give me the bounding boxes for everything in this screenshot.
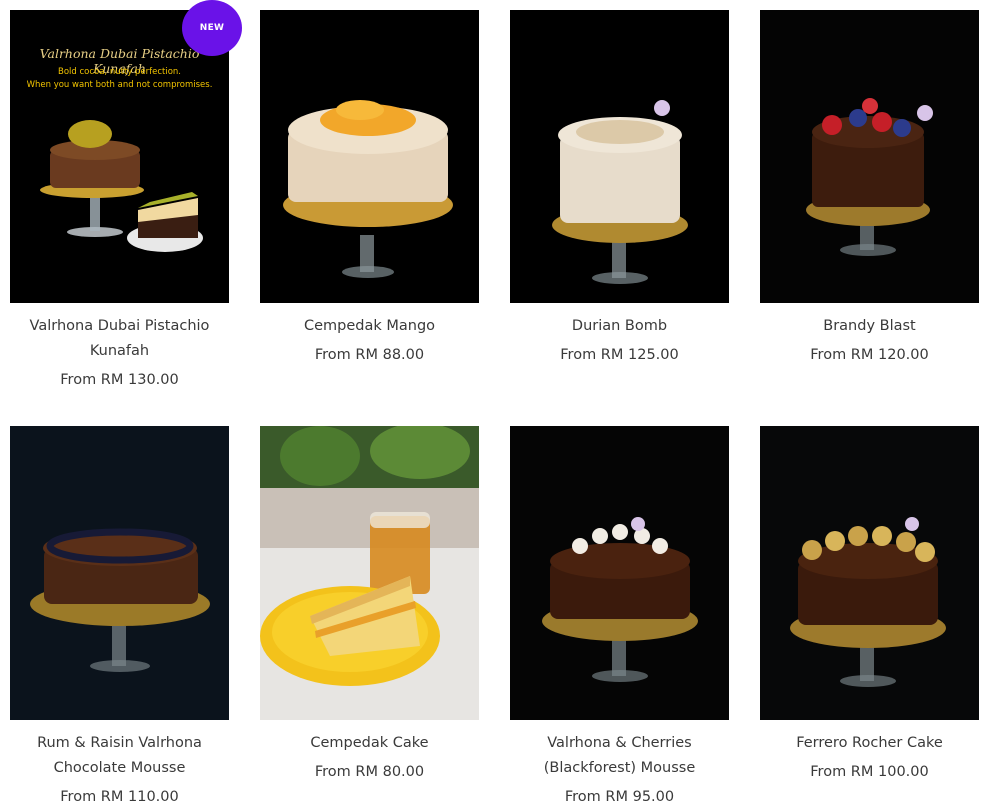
cake-photo-cempedak-cake xyxy=(260,426,479,720)
new-badge: NEW xyxy=(182,0,242,56)
cake-photo-brandy-blast xyxy=(760,10,979,303)
product-image[interactable] xyxy=(760,426,979,720)
product-card[interactable]: Ferrero Rocher Cake From RM 100.00 xyxy=(760,426,979,785)
product-image[interactable] xyxy=(760,10,979,303)
product-title[interactable]: Cempedak Cake xyxy=(260,731,479,756)
product-grid: Valrhona Dubai Pistachio Kunafah Bold co… xyxy=(0,0,992,812)
product-image[interactable] xyxy=(260,426,479,720)
product-price: From RM 130.00 xyxy=(60,372,179,388)
cake-photo-ferrero-rocher xyxy=(760,426,979,720)
product-card[interactable]: Rum & Raisin Valrhona Chocolate Mousse F… xyxy=(10,426,229,810)
product-image[interactable] xyxy=(10,426,229,720)
product-image[interactable]: Valrhona Dubai Pistachio Kunafah Bold co… xyxy=(10,10,229,303)
product-title[interactable]: Brandy Blast xyxy=(760,314,979,339)
product-card[interactable]: Valrhona & Cherries (Blackforest) Mousse… xyxy=(510,426,729,810)
product-card[interactable]: Valrhona Dubai Pistachio Kunafah Bold co… xyxy=(10,10,229,393)
cake-photo-blackforest xyxy=(510,426,729,720)
product-title[interactable]: Rum & Raisin Valrhona Chocolate Mousse xyxy=(10,731,229,781)
cake-photo-rum-raisin xyxy=(10,426,229,720)
product-price: From RM 120.00 xyxy=(810,347,929,363)
product-card[interactable]: Brandy Blast From RM 120.00 xyxy=(760,10,979,368)
product-price: From RM 100.00 xyxy=(810,764,929,780)
poster-subtitle-line: Bold cocoa, nutty perfection. xyxy=(57,67,182,77)
product-card[interactable]: Durian Bomb From RM 125.00 xyxy=(510,10,729,368)
product-title[interactable]: Ferrero Rocher Cake xyxy=(760,731,979,756)
product-price: From RM 88.00 xyxy=(314,347,425,363)
product-title[interactable]: Valrhona Dubai Pistachio Kunafah xyxy=(10,314,229,364)
product-price: From RM 95.00 xyxy=(564,789,675,805)
cake-photo-durian-bomb xyxy=(510,10,729,303)
product-image[interactable] xyxy=(510,426,729,720)
poster-subtitle-line: When you want both and not compromises. xyxy=(26,80,213,90)
cake-photo-cempedak-mango xyxy=(260,10,479,303)
product-price: From RM 80.00 xyxy=(314,764,425,780)
product-card[interactable]: Cempedak Mango From RM 88.00 xyxy=(260,10,479,368)
product-title[interactable]: Valrhona & Cherries (Blackforest) Mousse xyxy=(510,731,729,781)
poster-subtitle: Bold cocoa, nutty perfection. When you w… xyxy=(20,66,219,92)
product-image[interactable] xyxy=(260,10,479,303)
product-price: From RM 110.00 xyxy=(60,789,179,805)
product-image[interactable] xyxy=(510,10,729,303)
product-card[interactable]: Cempedak Cake From RM 80.00 xyxy=(260,426,479,785)
product-title[interactable]: Cempedak Mango xyxy=(260,314,479,339)
product-title[interactable]: Durian Bomb xyxy=(510,314,729,339)
product-price: From RM 125.00 xyxy=(560,347,679,363)
